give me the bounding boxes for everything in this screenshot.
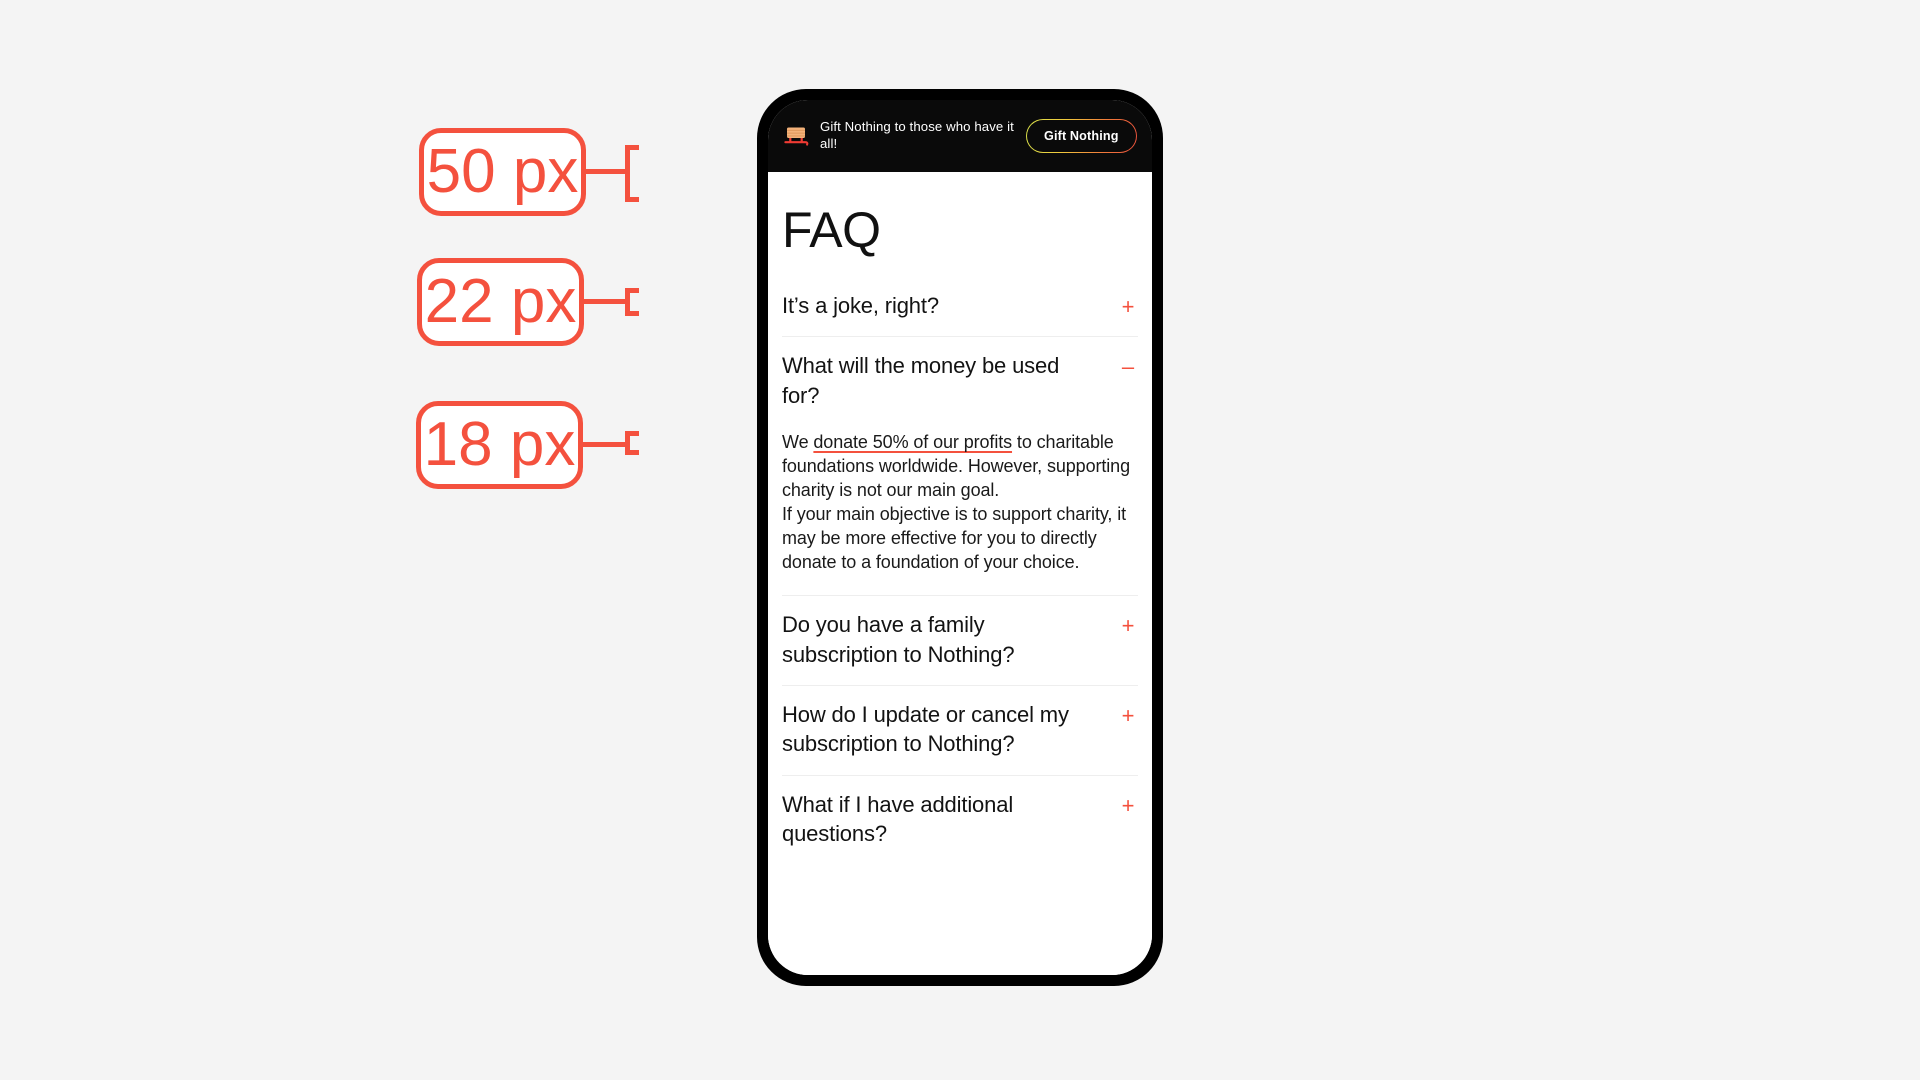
plus-icon[interactable]: + [1118, 614, 1138, 638]
faq-item-header[interactable]: Do you have a family subscription to Not… [782, 610, 1138, 669]
annotation-label: 22 px [424, 267, 577, 336]
faq-answer-paragraph: If your main objective is to support cha… [782, 504, 1127, 573]
page-title: FAQ [782, 202, 881, 258]
faq-item-header[interactable]: What will the money be used for? – [782, 351, 1138, 410]
faq-question: Do you have a family subscription to Not… [782, 612, 1015, 667]
faq-item-header[interactable]: How do I update or cancel my subscriptio… [782, 700, 1138, 759]
plus-icon[interactable]: + [1118, 295, 1138, 319]
faq-item: What if I have additional questions? + [782, 776, 1138, 865]
plus-icon[interactable]: + [1118, 704, 1138, 728]
faq-answer: We donate 50% of our profits to charitab… [782, 431, 1138, 579]
plus-icon[interactable]: + [1118, 794, 1138, 818]
annotation-callout-body-size: 18 px [416, 401, 583, 489]
annotation-leader-line [579, 442, 630, 447]
promo-banner-text: Gift Nothing to those who have it all! [820, 119, 1014, 151]
faq-question: How do I update or cancel my subscriptio… [782, 701, 1069, 757]
faq-item: Do you have a family subscription to Not… [782, 596, 1138, 686]
annotation-callout-title-size: 50 px [419, 128, 586, 216]
annotated-mockup-canvas: Gift Nothing to those who have it all! G… [0, 0, 1920, 1080]
annotation-bracket [625, 145, 639, 202]
faq-question: It’s a joke, right? [782, 293, 939, 318]
gift-nothing-button[interactable]: Gift Nothing [1026, 119, 1137, 153]
annotation-label: 18 px [423, 410, 576, 479]
annotation-label: 50 px [426, 137, 579, 206]
promo-banner: Gift Nothing to those who have it all! G… [768, 100, 1152, 172]
faq-question: What will the money be used for? [782, 353, 1060, 408]
annotation-bracket [625, 288, 639, 316]
faq-answer-paragraph: We donate 50% of our profits to charitab… [782, 431, 1138, 503]
faq-question: What if I have additional questions? [782, 791, 1014, 847]
annotation-leader-line [582, 169, 630, 174]
annotation-leader-line [580, 299, 630, 304]
faq-item: What will the money be used for? – We do… [782, 337, 1138, 597]
faq-item: How do I update or cancel my subscriptio… [782, 686, 1138, 776]
annotation-bracket [625, 431, 639, 455]
faq-item: It’s a joke, right? + [782, 277, 1138, 338]
phone-screen: Gift Nothing to those who have it all! G… [768, 100, 1152, 975]
annotation-callout-question-size: 22 px [417, 258, 584, 346]
minus-icon[interactable]: – [1118, 355, 1138, 379]
faq-section: FAQ It’s a joke, right? + What will the … [768, 172, 1152, 975]
faq-answer-text-prefix: We [782, 432, 814, 453]
sled-icon [784, 125, 810, 147]
faq-item-header[interactable]: What if I have additional questions? + [782, 790, 1138, 849]
phone-frame: Gift Nothing to those who have it all! G… [758, 90, 1162, 985]
faq-item-header[interactable]: It’s a joke, right? + [782, 291, 1138, 320]
donate-profits-link[interactable]: donate 50% of our profits [813, 432, 1012, 452]
